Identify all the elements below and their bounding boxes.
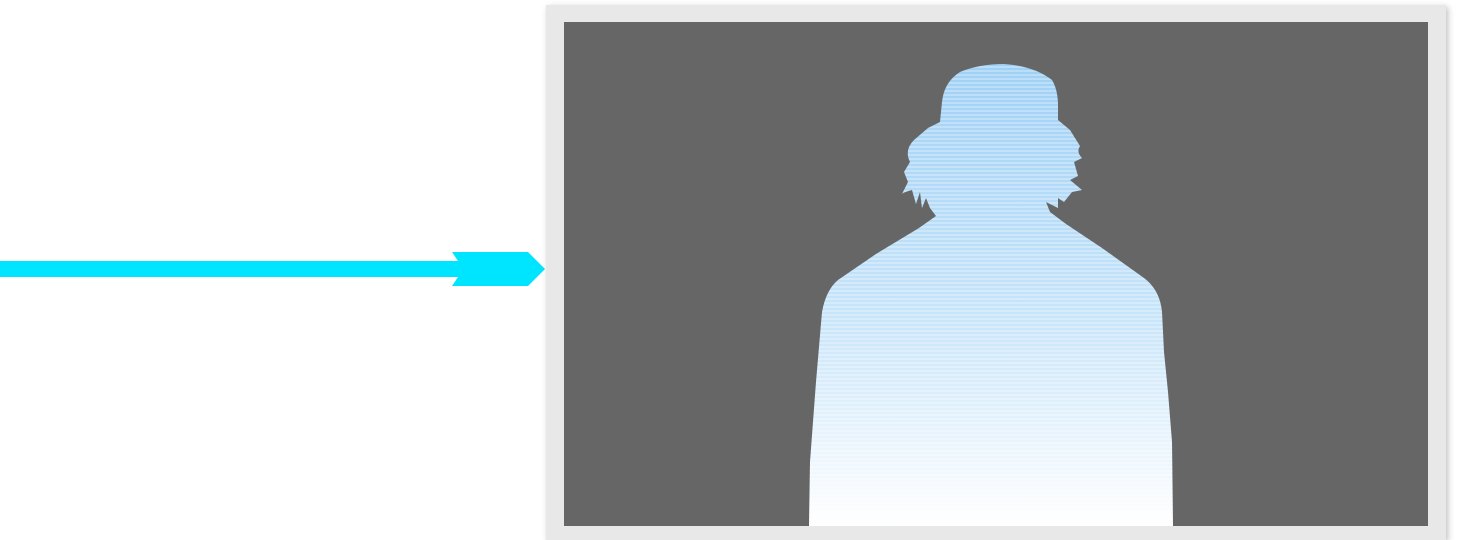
image-panel [564, 22, 1428, 526]
pointer-arrow [0, 252, 545, 286]
arrow-shape [0, 252, 545, 286]
silhouette-shape [809, 64, 1173, 526]
person-silhouette-image [809, 64, 1173, 526]
image-frame [546, 5, 1446, 540]
